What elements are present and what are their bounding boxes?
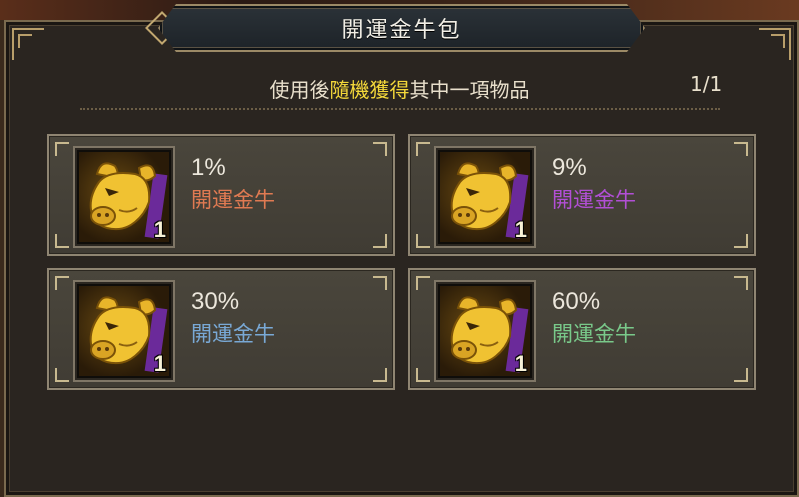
item-quantity: 1 (153, 351, 166, 376)
golden-bull-head-icon[interactable]: 1 (73, 280, 175, 382)
drop-chance: 60% (552, 288, 601, 315)
item-name: 開運金牛 (552, 322, 636, 346)
item-quantity: 1 (514, 217, 527, 242)
item-name: 開運金牛 (191, 188, 275, 212)
instruction-highlight: 隨機獲得 (329, 78, 410, 102)
instruction-prefix: 使用後 (269, 78, 330, 102)
instruction-text: 使用後隨機獲得其中一項物品 (0, 74, 799, 103)
golden-bull-head-icon[interactable]: 1 (73, 146, 175, 248)
golden-bull-head-icon[interactable]: 1 (434, 146, 536, 248)
dialog-title: 開運金牛包 (341, 18, 462, 43)
reward-card[interactable]: 1 30% 開運金牛 (47, 268, 395, 390)
item-name: 開運金牛 (552, 188, 636, 212)
corner-ornament-left (12, 28, 44, 60)
item-quantity: 1 (153, 217, 166, 242)
reward-card[interactable]: 1 9% 開運金牛 (408, 134, 756, 256)
title-bar: 開運金牛包 (158, 4, 645, 52)
instruction-suffix: 其中一項物品 (409, 78, 530, 102)
golden-bull-head-icon[interactable]: 1 (434, 280, 536, 382)
item-name: 開運金牛 (191, 322, 275, 346)
item-quantity: 1 (514, 351, 527, 376)
drop-chance: 1% (191, 154, 226, 181)
reward-card[interactable]: 1 60% 開運金牛 (408, 268, 756, 390)
drop-chance: 30% (191, 288, 240, 315)
corner-ornament-right (759, 28, 791, 60)
drop-chance: 9% (552, 154, 587, 181)
divider (80, 108, 720, 110)
reward-card[interactable]: 1 1% 開運金牛 (47, 134, 395, 256)
page-indicator: 1/1 (690, 72, 723, 96)
